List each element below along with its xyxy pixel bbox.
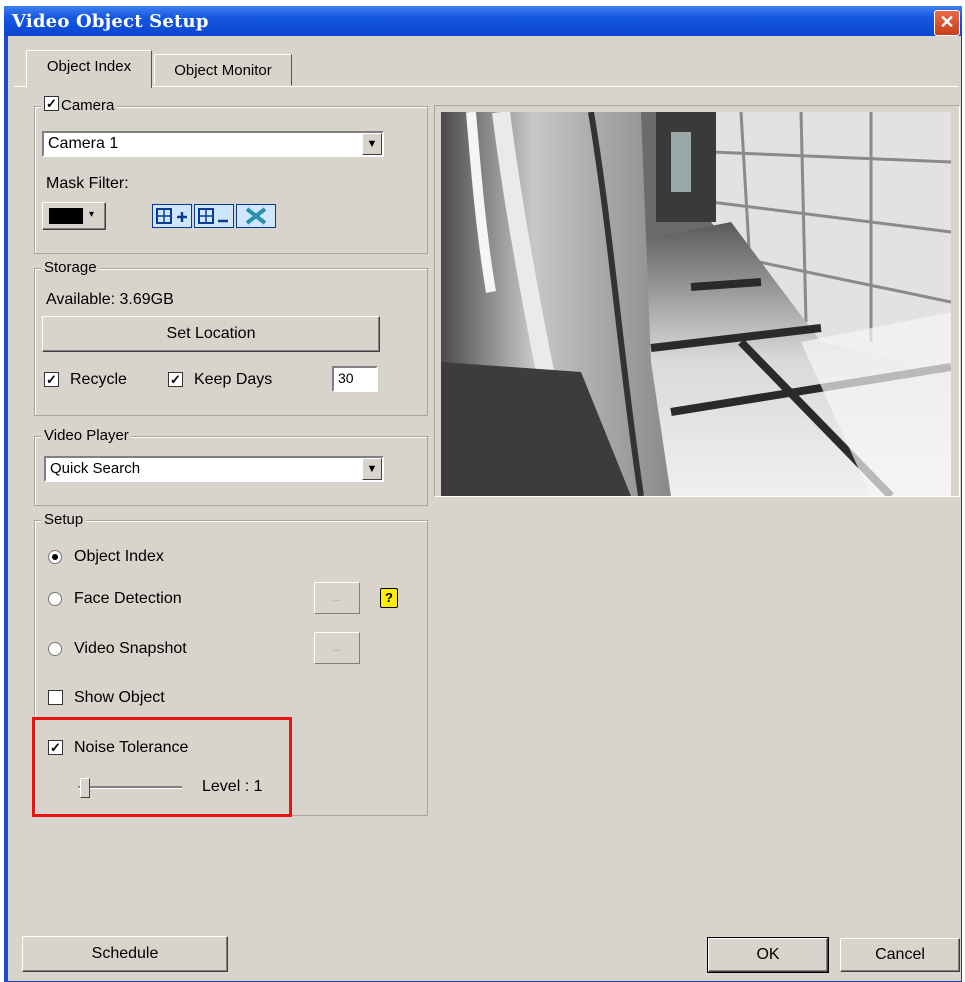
clear-mask-button[interactable] <box>236 204 276 228</box>
tab-label: Object Monitor <box>174 62 272 79</box>
tab-label: Object Index <box>46 58 132 75</box>
keep-days-label: Keep Days <box>194 371 273 388</box>
video-player-group-label: Video Player <box>41 427 132 445</box>
keep-days-input[interactable]: 30 <box>332 366 378 392</box>
video-snapshot-radio[interactable] <box>48 642 62 656</box>
highlight-box <box>32 717 292 817</box>
close-button[interactable]: ✕ <box>934 10 960 36</box>
face-detection-radio[interactable] <box>48 592 62 606</box>
window-border <box>4 36 8 982</box>
add-mask-button[interactable] <box>152 204 192 228</box>
face-detection-label: Face Detection <box>74 590 182 607</box>
camera-select[interactable]: Camera 1 ▼ <box>42 131 384 157</box>
chevron-down-icon: ▾ <box>89 209 95 220</box>
camera-image <box>441 112 951 496</box>
remove-mask-button[interactable] <box>194 204 234 228</box>
storage-group-label: Storage <box>41 259 100 277</box>
video-snapshot-label: Video Snapshot <box>74 640 187 657</box>
remove-mask-icon <box>198 208 228 224</box>
chevron-down-icon[interactable]: ▼ <box>362 133 382 155</box>
show-object-label: Show Object <box>74 689 165 706</box>
tab-object-index[interactable]: Object Index <box>26 50 152 88</box>
chevron-down-icon[interactable]: ▼ <box>362 458 382 480</box>
cancel-button[interactable]: Cancel <box>840 938 960 972</box>
window-title: Video Object Setup <box>12 11 209 32</box>
set-location-button[interactable]: Set Location <box>42 316 380 352</box>
setup-group-label: Setup <box>41 511 87 529</box>
recycle-checkbox[interactable]: ✓ <box>44 372 59 387</box>
available-space: Available: 3.69GB <box>46 291 174 308</box>
tab-object-monitor[interactable]: Object Monitor <box>154 54 292 86</box>
add-mask-icon <box>156 208 187 224</box>
title-bar[interactable]: Video Object Setup ✕ <box>4 6 962 36</box>
object-index-radio[interactable] <box>48 550 62 564</box>
recycle-label: Recycle <box>70 371 127 388</box>
schedule-button[interactable]: Schedule <box>22 936 228 972</box>
camera-preview <box>441 112 951 496</box>
ok-button[interactable]: OK <box>708 938 828 972</box>
show-object-checkbox[interactable] <box>48 690 63 705</box>
camera-checkbox[interactable]: ✓ <box>44 96 59 111</box>
video-snapshot-options-button[interactable]: ... <box>314 632 360 664</box>
object-index-label: Object Index <box>74 548 164 565</box>
clear-mask-icon <box>245 207 267 225</box>
camera-label: Camera <box>61 97 115 114</box>
close-icon: ✕ <box>939 12 955 32</box>
camera-select-value: Camera 1 <box>48 135 119 152</box>
video-player-select[interactable]: Quick Search ▼ <box>44 456 384 482</box>
video-player-select-value: Quick Search <box>50 460 141 477</box>
help-icon[interactable]: ? <box>380 588 398 608</box>
mask-color-picker[interactable]: ▾ <box>42 202 106 230</box>
keep-days-checkbox[interactable]: ✓ <box>168 372 183 387</box>
face-detection-options-button[interactable]: ... <box>314 582 360 614</box>
mask-color-swatch <box>49 208 83 224</box>
mask-filter-label: Mask Filter: <box>46 175 129 192</box>
